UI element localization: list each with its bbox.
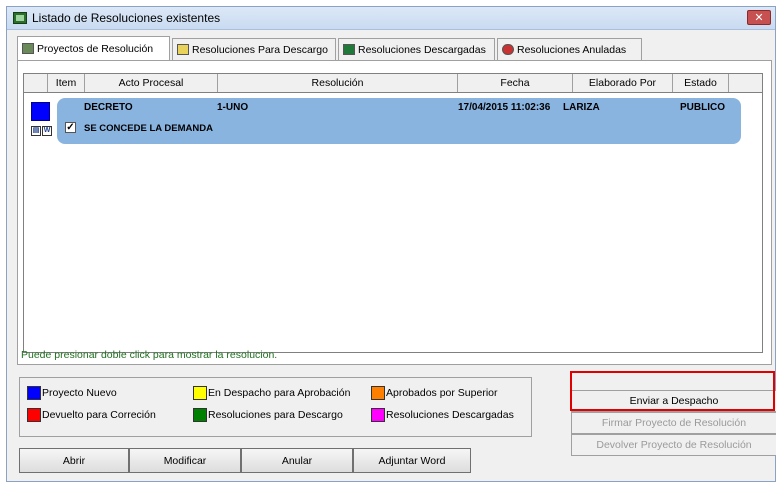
enviar-a-despacho-button[interactable]: Enviar a Despacho — [571, 390, 776, 412]
modificar-button[interactable]: Modificar — [129, 448, 241, 473]
title-bar: Listado de Resoluciones existentes ✕ — [7, 7, 775, 30]
color-swatch-red — [27, 408, 41, 422]
color-swatch-green — [193, 408, 207, 422]
table-row[interactable]: DECRETO 1-UNO 17/04/2015 11:02:36 LARIZA… — [57, 98, 741, 144]
tab-resoluciones-para-descargo[interactable]: Resoluciones Para Descargo — [172, 38, 336, 60]
tab-label: Resoluciones Anuladas — [517, 43, 627, 56]
download-icon — [343, 44, 355, 55]
resoluciones-window: Listado de Resoluciones existentes ✕ Pro… — [6, 6, 776, 482]
column-header-resolucion[interactable]: Resolución — [218, 74, 458, 92]
color-swatch-magenta — [371, 408, 385, 422]
legend-item-para-descargo: Resoluciones para Descargo — [193, 408, 343, 422]
tab-panel: Item Acto Procesal Resolución Fecha Elab… — [17, 60, 772, 365]
column-header-acto-procesal[interactable]: Acto Procesal — [85, 74, 218, 92]
anular-button[interactable]: Anular — [241, 448, 353, 473]
resolutions-grid: Item Acto Procesal Resolución Fecha Elab… — [23, 73, 763, 353]
app-icon — [13, 12, 27, 24]
row-checkbox[interactable]: ✓ — [65, 122, 76, 133]
cancel-icon — [502, 44, 514, 55]
tab-label: Proyectos de Resolución — [37, 42, 154, 55]
hint-text: Puede presionar doble click para mostrar… — [21, 349, 278, 361]
legend-label: En Despacho para Aprobación — [208, 387, 351, 399]
column-header-fecha[interactable]: Fecha — [458, 74, 573, 92]
legend-item-descargadas: Resoluciones Descargadas — [371, 408, 514, 422]
color-swatch-blue — [27, 386, 41, 400]
cell-detalle: SE CONCEDE LA DEMANDA — [84, 123, 213, 134]
legend-label: Resoluciones Descargadas — [386, 409, 514, 421]
column-header-estado[interactable]: Estado — [673, 74, 729, 92]
legend-label: Devuelto para Correción — [42, 409, 156, 421]
color-swatch-orange — [371, 386, 385, 400]
cell-elaborado-por: LARIZA — [563, 102, 600, 113]
cell-estado: PUBLICO — [680, 102, 725, 113]
legend-label: Resoluciones para Descargo — [208, 409, 343, 421]
devolver-proyecto-button[interactable]: Devolver Proyecto de Resolución — [571, 434, 776, 456]
project-icon — [22, 43, 34, 54]
adjuntar-word-button[interactable]: Adjuntar Word — [353, 448, 471, 473]
firmar-proyecto-button[interactable]: Firmar Proyecto de Resolución — [571, 412, 776, 434]
cell-resolucion: 1-UNO — [217, 102, 249, 113]
legend-label: Proyecto Nuevo — [42, 387, 117, 399]
legend-item-proyecto-nuevo: Proyecto Nuevo — [27, 386, 117, 400]
legend-item-en-despacho: En Despacho para Aprobación — [193, 386, 350, 400]
abrir-button[interactable]: Abrir — [19, 448, 129, 473]
status-legend: Proyecto Nuevo En Despacho para Aprobaci… — [19, 377, 532, 437]
column-header-item[interactable]: Item — [48, 74, 85, 92]
edit-document-icon — [177, 44, 189, 55]
tab-proyectos-resolucion[interactable]: Proyectos de Resolución — [17, 36, 170, 60]
action-button-bar: Abrir Modificar Anular Adjuntar Word — [19, 448, 471, 473]
word-document-icon[interactable]: W — [42, 126, 52, 136]
status-color-indicator — [31, 102, 50, 121]
grid-header: Item Acto Procesal Resolución Fecha Elab… — [24, 74, 762, 93]
legend-label: Aprobados por Superior — [386, 387, 498, 399]
cell-acto-procesal: DECRETO — [84, 102, 133, 113]
window-title: Listado de Resoluciones existentes — [32, 11, 221, 25]
tab-resoluciones-descargadas[interactable]: Resoluciones Descargadas — [338, 38, 495, 60]
legend-item-devuelto: Devuelto para Correción — [27, 408, 156, 422]
tab-label: Resoluciones Para Descargo — [192, 43, 328, 56]
column-header-elaborado-por[interactable]: Elaborado Por — [573, 74, 673, 92]
tab-resoluciones-anuladas[interactable]: Resoluciones Anuladas — [497, 38, 642, 60]
close-button[interactable]: ✕ — [747, 10, 771, 25]
tab-label: Resoluciones Descargadas — [358, 43, 486, 56]
legend-item-aprobados: Aprobados por Superior — [371, 386, 498, 400]
row-selector-header — [24, 74, 48, 92]
color-swatch-yellow — [193, 386, 207, 400]
cell-fecha: 17/04/2015 11:02:36 — [458, 102, 551, 113]
view-document-icon[interactable]: ▤ — [31, 126, 41, 136]
